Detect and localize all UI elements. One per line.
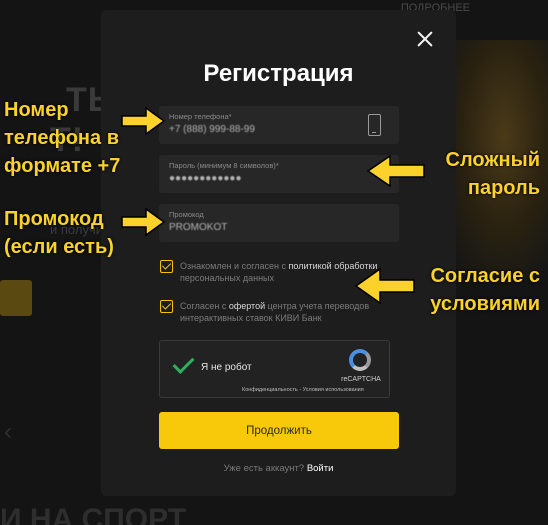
- registration-modal: Регистрация Номер телефона* +7 (888) 999…: [101, 10, 456, 496]
- background-bottom-text: И НА СПОРТ: [0, 503, 187, 525]
- annotation-password-line1: Сложный: [445, 149, 540, 171]
- annotation-terms-line1: Согласие с: [430, 265, 540, 287]
- close-icon[interactable]: [414, 28, 436, 50]
- login-question: Уже есть аккаунт?: [223, 463, 305, 474]
- promo-code-field-label: Промокод: [169, 210, 204, 219]
- arrow-left-icon: [366, 154, 425, 188]
- phone-field[interactable]: Номер телефона* +7 (888) 999-88-99: [159, 106, 399, 144]
- consent-privacy-suffix: персональных данных: [180, 273, 275, 283]
- consent-offer-prefix: Согласен с: [180, 301, 229, 311]
- recaptcha-icon: [349, 349, 371, 371]
- captcha-checkmark-icon[interactable]: [173, 356, 193, 372]
- arrow-left-icon: [354, 267, 415, 305]
- consent-privacy-prefix: Ознакомлен и согласен с: [180, 261, 289, 271]
- promo-code-field-value: PROMOKOT: [169, 222, 228, 233]
- annotation-phone: Номер телефона в формате +7: [4, 96, 120, 180]
- background-arrow-icon: ‹: [4, 418, 12, 445]
- recaptcha-widget: Я не робот reCAPTCHA Конфиденциальность …: [159, 340, 390, 398]
- phone-field-label: Номер телефона*: [169, 112, 232, 121]
- consent-privacy-checkbox[interactable]: [160, 260, 173, 273]
- annotation-phone-line2: телефона в: [4, 127, 119, 149]
- continue-button[interactable]: Продолжить: [159, 412, 399, 449]
- phone-field-value: +7 (888) 999-88-99: [169, 124, 255, 135]
- password-field[interactable]: Пароль (минимум 8 символов)* ●●●●●●●●●●●…: [159, 155, 399, 193]
- offer-link[interactable]: офертой: [229, 301, 265, 311]
- background-button: [0, 280, 32, 316]
- annotation-promo-line1: Промокод: [4, 208, 104, 230]
- modal-title: Регистрация: [203, 60, 354, 87]
- annotation-phone-line1: Номер: [4, 99, 69, 121]
- captcha-label: Я не робот: [201, 362, 252, 373]
- recaptcha-brand: reCAPTCHA: [341, 376, 381, 383]
- login-row: Уже есть аккаунт? Войти: [101, 463, 456, 474]
- annotation-terms-line2: условиями: [430, 293, 540, 315]
- password-field-value: ●●●●●●●●●●●●: [169, 173, 242, 184]
- annotation-password-line2: пароль: [467, 177, 540, 199]
- password-field-label: Пароль (минимум 8 символов)*: [169, 161, 279, 170]
- phone-icon: [368, 114, 381, 136]
- annotation-promo-line2: (если есть): [4, 236, 114, 258]
- annotation-promo: Промокод (если есть): [4, 205, 114, 261]
- arrow-right-icon: [121, 106, 166, 136]
- annotation-password: Сложный пароль: [446, 146, 540, 202]
- annotation-terms: Согласие с условиями: [430, 262, 540, 318]
- promo-code-field[interactable]: Промокод PROMOKOT: [159, 204, 399, 242]
- annotation-phone-line3: формате +7: [4, 155, 121, 177]
- login-link[interactable]: Войти: [307, 463, 334, 474]
- recaptcha-links[interactable]: Конфиденциальность - Условия использован…: [242, 387, 364, 393]
- consent-offer-checkbox[interactable]: [160, 300, 173, 313]
- arrow-right-icon: [121, 207, 166, 237]
